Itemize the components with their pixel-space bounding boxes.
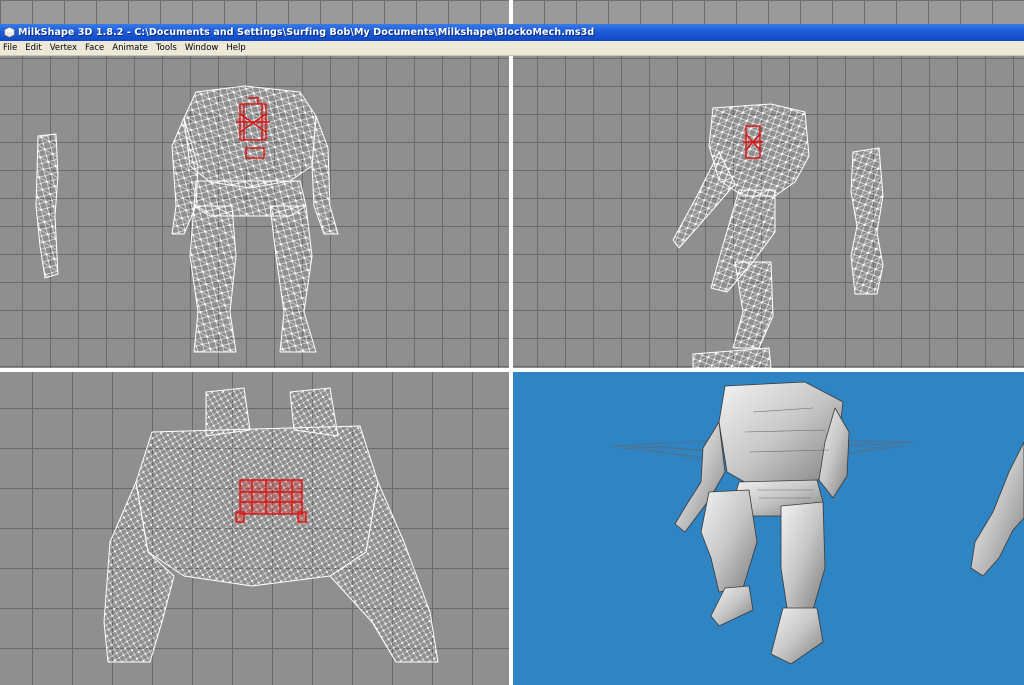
top-wireframe (103, 387, 439, 663)
viewport-divider-vertical[interactable] (509, 56, 513, 685)
menu-bar: File Edit Vertex Face Animate Tools Window Help (0, 41, 1024, 56)
viewport-3d[interactable] (513, 372, 1024, 685)
window-title: MilkShape 3D 1.8.2 - C:\Documents and Se… (18, 27, 595, 38)
menu-animate[interactable]: Animate (108, 41, 152, 55)
menu-edit[interactable]: Edit (21, 41, 45, 55)
milkshape-app-icon (4, 27, 15, 38)
menu-file[interactable]: File (0, 41, 21, 55)
3d-shaded-model (610, 381, 1024, 665)
viewport-side[interactable] (513, 56, 1024, 368)
viewport-top[interactable] (0, 372, 509, 685)
menu-help[interactable]: Help (222, 41, 249, 55)
menu-face[interactable]: Face (81, 41, 108, 55)
side-wireframe (672, 103, 884, 368)
viewport-front[interactable] (0, 56, 509, 368)
title-bar[interactable]: MilkShape 3D 1.8.2 - C:\Documents and Se… (0, 24, 1024, 41)
menu-window[interactable]: Window (181, 41, 223, 55)
menu-tools[interactable]: Tools (152, 41, 181, 55)
menu-vertex[interactable]: Vertex (46, 41, 81, 55)
front-wireframe (35, 85, 339, 353)
background-window-strip (0, 0, 1024, 24)
